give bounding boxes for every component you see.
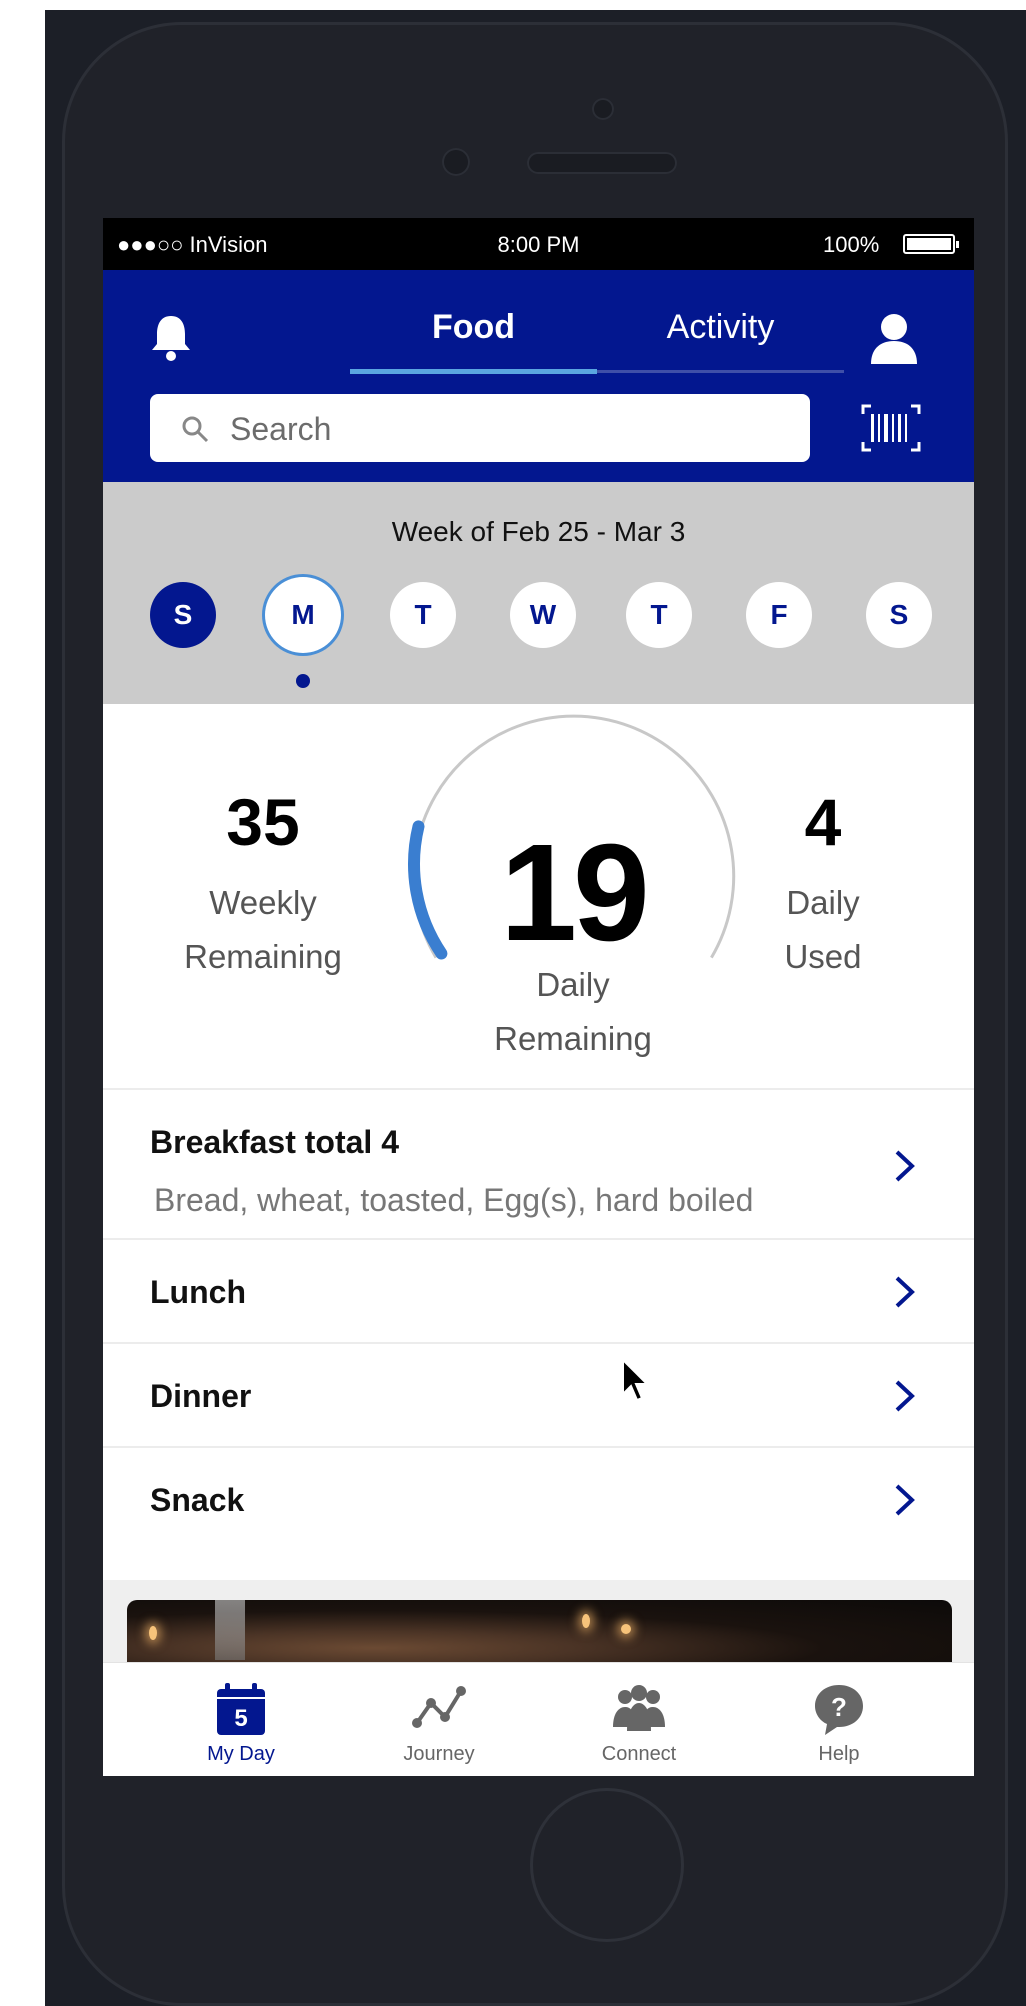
meal-title: Lunch (150, 1274, 246, 1310)
barcode-scanner-icon[interactable] (861, 404, 921, 452)
search-placeholder: Search (230, 411, 332, 447)
nav-label: Connect (601, 1743, 677, 1765)
meal-row-lunch[interactable]: Lunch (103, 1238, 974, 1344)
meal-items: Bread, wheat, toasted, Egg(s), hard boil… (154, 1182, 754, 1218)
app-screen: ●●●○○ InVision 8:00 PM 100% Food Activit… (103, 218, 974, 1776)
week-selector: Week of Feb 25 - Mar 3 S M T W T F S (103, 482, 974, 704)
profile-icon[interactable] (867, 310, 921, 364)
day-friday[interactable]: F (746, 582, 812, 648)
meal-row-dinner[interactable]: Dinner (103, 1342, 974, 1448)
daily-remaining-label-1: Daily (536, 966, 610, 1003)
app-header: Food Activity Search (103, 270, 974, 482)
people-icon (613, 1685, 665, 1731)
tab-activity[interactable]: Activity (597, 308, 844, 347)
meal-title: Breakfast total 4 (150, 1124, 399, 1160)
chevron-right-icon (895, 1380, 915, 1412)
day-tuesday[interactable]: T (390, 582, 456, 648)
daily-remaining-value: 19 (500, 816, 650, 970)
chevron-right-icon (895, 1484, 915, 1516)
nav-label: My Day (207, 1743, 275, 1765)
day-saturday[interactable]: S (866, 582, 932, 648)
battery-icon (903, 234, 959, 254)
nav-journey[interactable]: Journey (339, 1663, 539, 1776)
day-thursday[interactable]: T (626, 582, 692, 648)
day-wednesday[interactable]: W (510, 582, 576, 648)
journey-graph-icon (412, 1686, 466, 1728)
week-title: Week of Feb 25 - Mar 3 (391, 516, 686, 547)
nav-help[interactable]: ? Help (739, 1663, 939, 1776)
bottom-navigation: 5 My Day Journey Connect ? Help (103, 1662, 974, 1776)
meal-row-breakfast[interactable]: Breakfast total 4 Bread, wheat, toasted,… (103, 1088, 974, 1240)
promo-card-area (103, 1580, 974, 1680)
help-bubble-icon: ? (815, 1685, 863, 1735)
mouse-cursor-icon (622, 1358, 650, 1402)
daily-used-value: 4 (804, 785, 842, 859)
battery-percent: 100% (823, 232, 880, 257)
weekly-remaining-value: 35 (226, 785, 300, 859)
search-icon (182, 416, 209, 443)
earpiece-speaker (527, 152, 677, 174)
tab-food[interactable]: Food (350, 308, 597, 347)
search-input[interactable]: Search (150, 394, 810, 462)
today-indicator-dot (296, 674, 310, 688)
proximity-sensor (442, 148, 470, 176)
meal-title: Dinner (150, 1378, 252, 1414)
meal-row-snack[interactable]: Snack (103, 1446, 974, 1582)
front-camera (592, 98, 614, 120)
gauge-used-arc (408, 820, 448, 960)
weekly-remaining-label-2: Remaining (184, 938, 342, 975)
day-monday[interactable]: M (270, 582, 336, 648)
daily-used-label-2: Used (784, 938, 862, 975)
weekly-remaining-label-1: Weekly (209, 884, 317, 921)
calendar-badge: 5 (234, 1705, 247, 1732)
meal-title: Snack (150, 1482, 245, 1518)
nav-label: Help (818, 1743, 860, 1765)
bell-icon[interactable] (147, 312, 195, 362)
nav-connect[interactable]: Connect (539, 1663, 739, 1776)
points-summary: 35 Weekly Remaining 19 Daily Remaining 4… (103, 704, 974, 1088)
day-sunday[interactable]: S (150, 582, 216, 648)
nav-my-day[interactable]: 5 My Day (141, 1663, 341, 1776)
svg-text:?: ? (831, 1692, 847, 1722)
nav-label: Journey (403, 1743, 475, 1765)
chevron-right-icon (895, 1276, 915, 1308)
daily-used-label-1: Daily (786, 884, 860, 921)
chevron-right-icon (895, 1150, 915, 1182)
status-bar: ●●●○○ InVision 8:00 PM 100% (103, 218, 974, 270)
tab-active-indicator (350, 369, 597, 374)
daily-remaining-label-2: Remaining (494, 1020, 652, 1057)
home-button[interactable] (530, 1788, 684, 1942)
calendar-icon: 5 (217, 1683, 265, 1735)
